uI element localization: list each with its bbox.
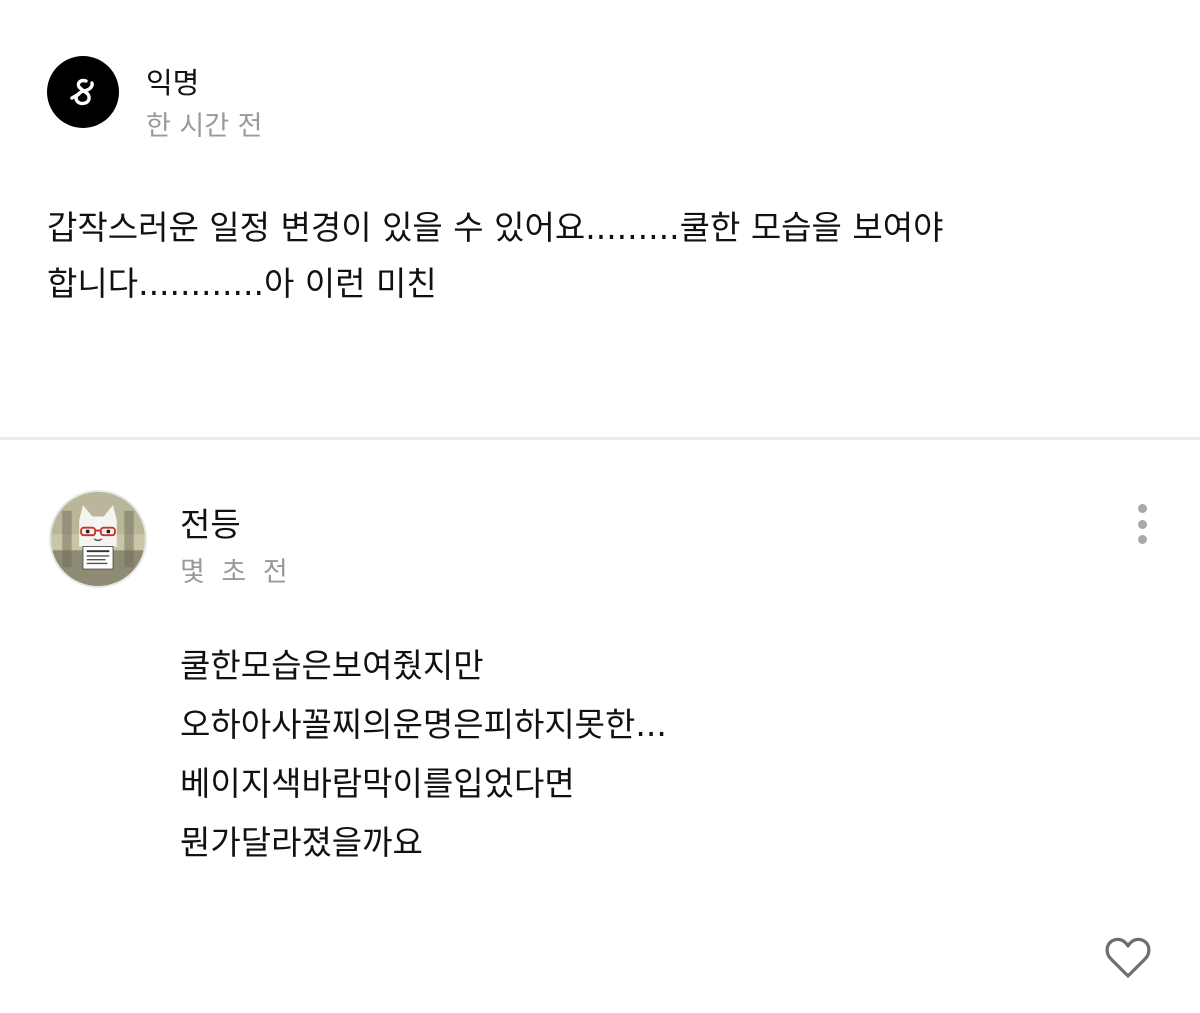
- like-button[interactable]: [1103, 934, 1153, 980]
- more-vertical-icon: [1137, 504, 1147, 513]
- comment-line: 쿨한모습은보여줬지만: [180, 646, 484, 685]
- comment-line: 베이지색바람막이를입었다면: [180, 764, 575, 803]
- anonymous-logo-icon: [70, 78, 94, 106]
- comment: 전등 몇 초 전 쿨한모습은보여줬지만 오하아사꼴찌의운명은피하지못한... 베…: [0, 440, 1200, 1013]
- comment-body: 쿨한모습은보여줬지만 오하아사꼴찌의운명은피하지못한... 베이지색바람막이를입…: [180, 636, 1080, 872]
- post: 익명 한 시간 전 갑작스러운 일정 변경이 있을 수 있어요.........…: [0, 0, 1200, 438]
- more-options-button[interactable]: [1122, 500, 1162, 548]
- avatar[interactable]: [49, 490, 147, 588]
- comment-line: 오하아사꼴찌의운명은피하지못한...: [180, 705, 667, 744]
- post-body-line: 합니다............아 이런 미친: [47, 264, 437, 303]
- post-author-name[interactable]: 익명: [146, 60, 199, 102]
- more-vertical-icon: [1137, 519, 1147, 529]
- cat-character-avatar-image: [51, 492, 145, 586]
- more-vertical-icon: [1137, 535, 1147, 544]
- comment-author-name[interactable]: 전등: [180, 498, 241, 546]
- comment-timestamp: 몇 초 전: [180, 557, 292, 588]
- post-timestamp: 한 시간 전: [146, 111, 263, 142]
- comment-line: 뭔가달라졌을까요: [180, 823, 423, 862]
- anonymous-avatar-icon[interactable]: [47, 56, 119, 128]
- heart-outline-icon: [1105, 937, 1151, 978]
- post-body-line: 갑작스러운 일정 변경이 있을 수 있어요.........쿨한 모습을 보여야: [47, 208, 944, 247]
- post-body: 갑작스러운 일정 변경이 있을 수 있어요.........쿨한 모습을 보여야…: [47, 200, 1157, 312]
